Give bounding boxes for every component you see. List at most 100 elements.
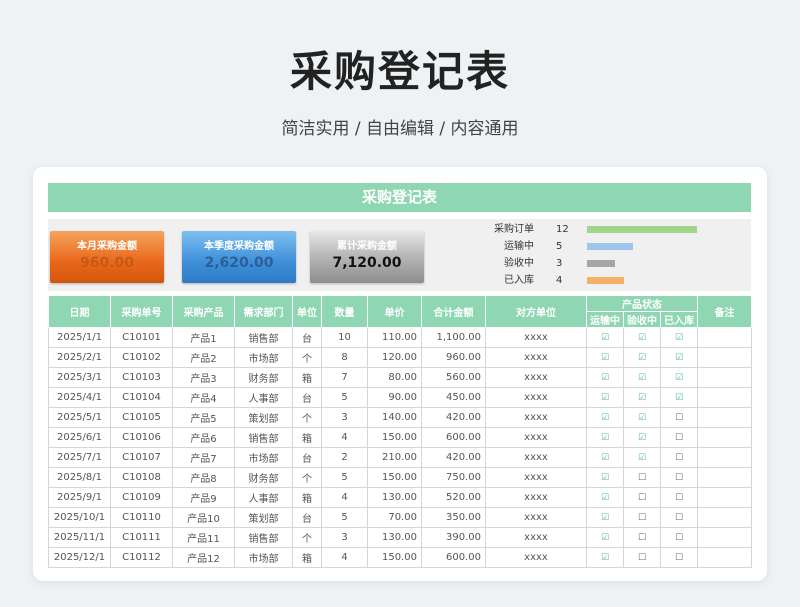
checkbox-shipping[interactable]: ☑ xyxy=(601,513,609,523)
cell-date[interactable]: 2025/10/1 xyxy=(48,507,111,528)
cell-unit[interactable]: 个 xyxy=(292,407,322,428)
cell-unit[interactable]: 箱 xyxy=(292,487,322,508)
cell-unit[interactable]: 箱 xyxy=(292,427,322,448)
cell-product[interactable]: 产品3 xyxy=(172,367,235,388)
col-header-order[interactable]: 采购单号 xyxy=(110,295,173,328)
cell-price[interactable]: 130.00 xyxy=(367,487,422,508)
cell-order[interactable]: C10106 xyxy=(110,427,173,448)
checkbox-shipping[interactable]: ☑ xyxy=(601,473,609,483)
cell-order[interactable]: C10111 xyxy=(110,527,173,548)
cell-note[interactable] xyxy=(697,427,753,448)
checkbox-inspecting[interactable]: ☐ xyxy=(638,553,646,563)
col-header-total[interactable]: 合计金额 xyxy=(421,295,486,328)
checkbox-stored[interactable]: ☑ xyxy=(675,393,683,403)
cell-note[interactable] xyxy=(697,467,753,488)
cell-price[interactable]: 150.00 xyxy=(367,467,422,488)
col-header-status-inspecting[interactable]: 验收中 xyxy=(623,311,661,328)
cell-product[interactable]: 产品4 xyxy=(172,387,235,408)
cell-note[interactable] xyxy=(697,367,753,388)
checkbox-inspecting[interactable]: ☑ xyxy=(638,333,646,343)
cell-order[interactable]: C10103 xyxy=(110,367,173,388)
checkbox-inspecting[interactable]: ☑ xyxy=(638,373,646,383)
checkbox-inspecting[interactable]: ☑ xyxy=(638,413,646,423)
cell-vendor[interactable]: xxxx xyxy=(485,327,587,348)
cell-qty[interactable]: 3 xyxy=(321,407,368,428)
cell-dept[interactable]: 财务部 xyxy=(234,367,293,388)
cell-date[interactable]: 2025/11/1 xyxy=(48,527,111,548)
cell-unit[interactable]: 箱 xyxy=(292,367,322,388)
col-header-qty[interactable]: 数量 xyxy=(321,295,368,328)
cell-qty[interactable]: 3 xyxy=(321,527,368,548)
cell-order[interactable]: C10107 xyxy=(110,447,173,468)
cell-date[interactable]: 2025/5/1 xyxy=(48,407,111,428)
checkbox-shipping[interactable]: ☑ xyxy=(601,453,609,463)
checkbox-shipping[interactable]: ☑ xyxy=(601,373,609,383)
checkbox-stored[interactable]: ☐ xyxy=(675,493,683,503)
cell-total[interactable]: 960.00 xyxy=(421,347,486,368)
cell-date[interactable]: 2025/2/1 xyxy=(48,347,111,368)
cell-qty[interactable]: 7 xyxy=(321,367,368,388)
checkbox-inspecting[interactable]: ☐ xyxy=(638,513,646,523)
cell-vendor[interactable]: xxxx xyxy=(485,547,587,568)
cell-unit[interactable]: 箱 xyxy=(292,547,322,568)
col-header-unit[interactable]: 单位 xyxy=(292,295,322,328)
cell-order[interactable]: C10112 xyxy=(110,547,173,568)
cell-product[interactable]: 产品8 xyxy=(172,467,235,488)
cell-dept[interactable]: 市场部 xyxy=(234,547,293,568)
cell-date[interactable]: 2025/8/1 xyxy=(48,467,111,488)
cell-dept[interactable]: 人事部 xyxy=(234,387,293,408)
cell-order[interactable]: C10102 xyxy=(110,347,173,368)
col-header-status-shipping[interactable]: 运输中 xyxy=(586,311,624,328)
cell-date[interactable]: 2025/6/1 xyxy=(48,427,111,448)
cell-qty[interactable]: 5 xyxy=(321,467,368,488)
cell-total[interactable]: 420.00 xyxy=(421,447,486,468)
cell-note[interactable] xyxy=(697,507,753,528)
checkbox-shipping[interactable]: ☑ xyxy=(601,533,609,543)
cell-price[interactable]: 140.00 xyxy=(367,407,422,428)
checkbox-shipping[interactable]: ☑ xyxy=(601,413,609,423)
cell-product[interactable]: 产品9 xyxy=(172,487,235,508)
checkbox-shipping[interactable]: ☑ xyxy=(601,493,609,503)
cell-total[interactable]: 520.00 xyxy=(421,487,486,508)
checkbox-inspecting[interactable]: ☑ xyxy=(638,353,646,363)
checkbox-stored[interactable]: ☑ xyxy=(675,353,683,363)
cell-unit[interactable]: 个 xyxy=(292,467,322,488)
checkbox-stored[interactable]: ☐ xyxy=(675,413,683,423)
checkbox-stored[interactable]: ☐ xyxy=(675,453,683,463)
cell-date[interactable]: 2025/12/1 xyxy=(48,547,111,568)
cell-qty[interactable]: 4 xyxy=(321,547,368,568)
cell-product[interactable]: 产品2 xyxy=(172,347,235,368)
checkbox-stored[interactable]: ☐ xyxy=(675,553,683,563)
cell-order[interactable]: C10109 xyxy=(110,487,173,508)
cell-note[interactable] xyxy=(697,527,753,548)
cell-price[interactable]: 150.00 xyxy=(367,427,422,448)
cell-price[interactable]: 70.00 xyxy=(367,507,422,528)
col-header-product[interactable]: 采购产品 xyxy=(172,295,235,328)
cell-unit[interactable]: 台 xyxy=(292,447,322,468)
cell-order[interactable]: C10105 xyxy=(110,407,173,428)
cell-total[interactable]: 560.00 xyxy=(421,367,486,388)
cell-vendor[interactable]: xxxx xyxy=(485,407,587,428)
cell-product[interactable]: 产品11 xyxy=(172,527,235,548)
cell-note[interactable] xyxy=(697,447,753,468)
cell-product[interactable]: 产品1 xyxy=(172,327,235,348)
col-header-status-stored[interactable]: 已入库 xyxy=(659,311,699,328)
cell-vendor[interactable]: xxxx xyxy=(485,427,587,448)
cell-note[interactable] xyxy=(697,407,753,428)
checkbox-inspecting[interactable]: ☐ xyxy=(638,473,646,483)
checkbox-stored[interactable]: ☐ xyxy=(675,473,683,483)
cell-note[interactable] xyxy=(697,347,753,368)
cell-date[interactable]: 2025/7/1 xyxy=(48,447,111,468)
cell-qty[interactable]: 2 xyxy=(321,447,368,468)
cell-qty[interactable]: 4 xyxy=(321,427,368,448)
cell-note[interactable] xyxy=(697,327,753,348)
cell-unit[interactable]: 台 xyxy=(292,507,322,528)
cell-product[interactable]: 产品5 xyxy=(172,407,235,428)
cell-total[interactable]: 450.00 xyxy=(421,387,486,408)
cell-qty[interactable]: 4 xyxy=(321,487,368,508)
checkbox-stored[interactable]: ☑ xyxy=(675,333,683,343)
cell-price[interactable]: 120.00 xyxy=(367,347,422,368)
cell-vendor[interactable]: xxxx xyxy=(485,387,587,408)
cell-note[interactable] xyxy=(697,487,753,508)
cell-price[interactable]: 130.00 xyxy=(367,527,422,548)
